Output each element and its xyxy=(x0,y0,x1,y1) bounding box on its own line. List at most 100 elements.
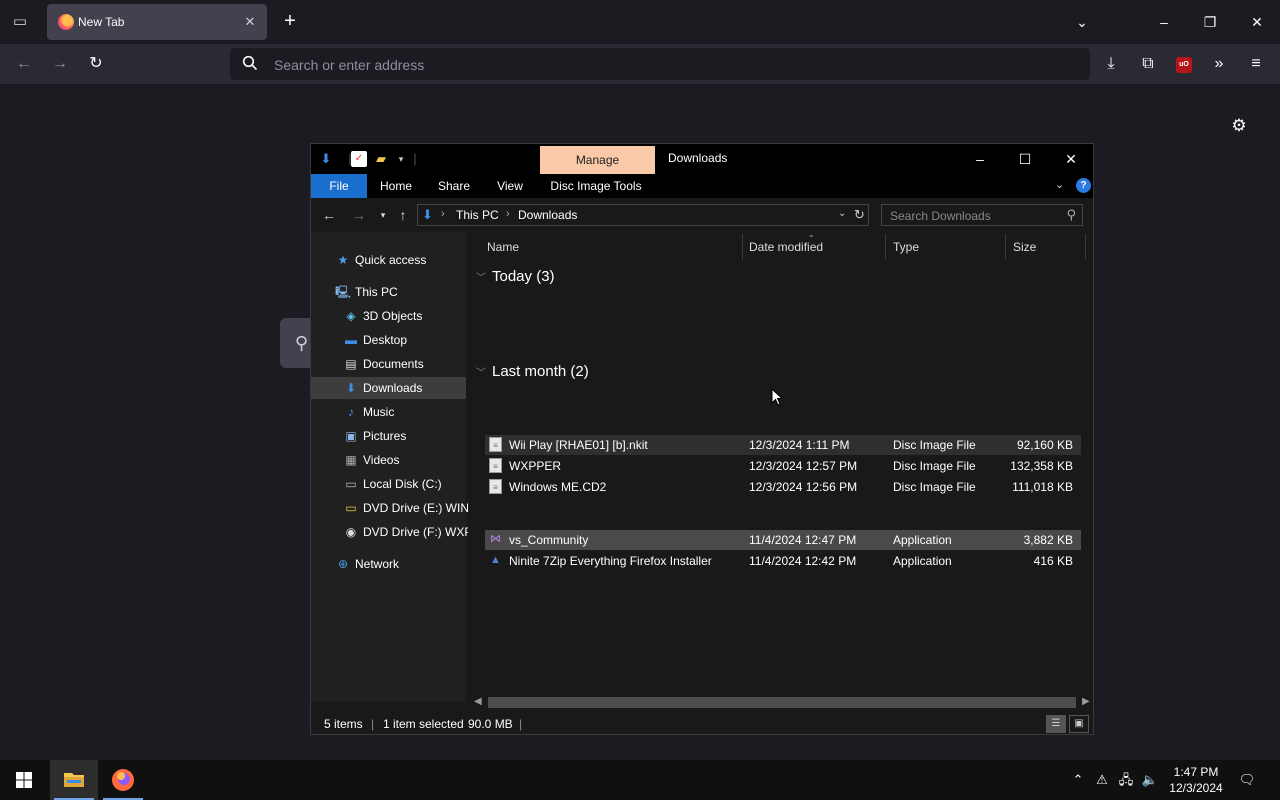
scroll-right-arrow-icon[interactable]: ▶ xyxy=(1082,696,1090,707)
manage-contextual-tab[interactable]: Manage xyxy=(540,146,655,174)
column-divider[interactable] xyxy=(742,234,743,260)
explorer-forward-icon[interactable]: → xyxy=(349,206,369,224)
volume-muted-icon[interactable]: 🔈 xyxy=(1141,771,1159,789)
details-view-icon[interactable]: ☰ xyxy=(1046,715,1066,733)
ribbon-tab-home[interactable]: Home xyxy=(371,174,421,198)
forward-arrow-icon[interactable]: → xyxy=(47,51,73,77)
minimize-button[interactable]: – xyxy=(1150,8,1178,36)
network-status-icon[interactable]: 🖧 xyxy=(1117,771,1135,789)
search-downloads-input[interactable]: Search Downloads ⚲ xyxy=(881,204,1083,226)
group-header-last-month[interactable]: ﹀ Last month (2) xyxy=(476,363,589,380)
nav-videos[interactable]: ▦ Videos xyxy=(311,449,466,471)
notifications-icon[interactable]: 🗨 xyxy=(1238,771,1256,789)
column-divider[interactable] xyxy=(1085,234,1086,260)
nav-network[interactable]: ⊕ Network xyxy=(311,553,466,575)
close-window-button[interactable]: ✕ xyxy=(1243,8,1271,36)
videos-icon: ▦ xyxy=(345,453,357,467)
nav-music[interactable]: ♪ Music xyxy=(311,401,466,423)
explorer-maximize-button[interactable]: ☐ xyxy=(1003,146,1047,172)
collapse-chevron-icon[interactable]: ﹀ xyxy=(476,368,486,379)
group-header-today[interactable]: ﹀ Today (3) xyxy=(476,268,555,285)
table-row[interactable]: ▲ Ninite 7Zip Everything Firefox Install… xyxy=(485,551,1081,571)
help-icon[interactable]: ? xyxy=(1076,178,1091,193)
start-button[interactable] xyxy=(0,760,48,800)
nav-label: Local Disk (C:) xyxy=(363,477,442,491)
new-folder-icon[interactable]: ▰ xyxy=(373,151,389,167)
horizontal-scrollbar[interactable]: ◀ ▶ xyxy=(468,694,1093,712)
refresh-icon[interactable]: ↻ xyxy=(854,207,865,223)
show-hidden-icons-chevron-icon[interactable]: ⌃ xyxy=(1069,771,1087,789)
column-header-name[interactable]: Name xyxy=(487,240,519,254)
ribbon-tab-file[interactable]: File xyxy=(311,174,367,198)
nav-this-pc[interactable]: 🖳 This PC xyxy=(311,281,466,303)
tab-new-tab[interactable]: New Tab ✕ xyxy=(47,4,267,40)
sort-caret-icon: ⌄ xyxy=(808,230,815,239)
large-icons-view-icon[interactable]: ▣ xyxy=(1069,715,1089,733)
selection-count: 1 item selected xyxy=(383,717,464,731)
address-dropdown-icon[interactable]: ⌄ xyxy=(838,208,846,219)
tray-app-icon[interactable]: ⚠ xyxy=(1093,771,1111,789)
ribbon-tab-disc-image-tools[interactable]: Disc Image Tools xyxy=(546,174,646,198)
tab-close-icon[interactable]: ✕ xyxy=(241,13,259,31)
new-tab-button[interactable]: + xyxy=(278,10,302,34)
file-name: WXPPER xyxy=(509,459,562,473)
nav-pictures[interactable]: ▣ Pictures xyxy=(311,425,466,447)
taskbar-clock[interactable]: 1:47 PM 12/3/2024 xyxy=(1168,764,1224,796)
nav-documents[interactable]: ▤ Documents xyxy=(311,353,466,375)
reload-icon[interactable]: ↻ xyxy=(83,51,109,77)
file-size: 111,018 KB xyxy=(1012,480,1073,494)
file-date: 12/3/2024 1:11 PM xyxy=(749,438,850,452)
recent-locations-chevron-icon[interactable]: ▾ xyxy=(373,206,393,224)
up-arrow-icon[interactable]: ↑ xyxy=(393,206,413,224)
table-row[interactable]: ≡ Wii Play [RHAE01] [b].nkit 12/3/2024 1… xyxy=(485,435,1081,455)
explorer-back-icon[interactable]: ← xyxy=(319,206,339,224)
nav-label: Downloads xyxy=(363,381,423,395)
tab-title: New Tab xyxy=(78,15,125,29)
scroll-left-arrow-icon[interactable]: ◀ xyxy=(474,696,482,707)
list-all-tabs-icon[interactable]: ⌄ xyxy=(1070,10,1094,34)
table-row[interactable]: ⋈ vs_Community 11/4/2024 12:47 PM Applic… xyxy=(485,530,1081,550)
back-arrow-icon[interactable]: ← xyxy=(11,51,37,77)
nav-dvd-drive-e[interactable]: ▭ DVD Drive (E:) WIND xyxy=(311,497,477,519)
ribbon-tab-view[interactable]: View xyxy=(487,174,533,198)
expand-ribbon-chevron-icon[interactable]: ⌄ xyxy=(1055,178,1064,191)
taskbar-firefox[interactable] xyxy=(99,760,147,800)
explorer-address-bar[interactable]: ⬇ › This PC › Downloads ⌄ ↻ xyxy=(417,204,869,226)
breadcrumb-downloads[interactable]: Downloads xyxy=(518,208,577,222)
nav-downloads[interactable]: ⬇ Downloads xyxy=(311,377,466,399)
explorer-minimize-button[interactable]: – xyxy=(958,146,1002,172)
column-divider[interactable] xyxy=(885,234,886,260)
nav-dvd-drive-f[interactable]: ◉ DVD Drive (F:) WXPI xyxy=(311,521,476,543)
ublock-origin-icon[interactable]: uO xyxy=(1176,57,1192,73)
file-name: Wii Play [RHAE01] [b].nkit xyxy=(509,438,648,452)
taskbar-file-explorer[interactable] xyxy=(50,760,98,800)
hamburger-menu-icon[interactable]: ≡ xyxy=(1243,51,1269,77)
firefox-view-icon[interactable]: ▭ xyxy=(8,10,32,34)
column-header-type[interactable]: Type xyxy=(893,240,919,254)
column-header-date[interactable]: Date modified xyxy=(749,240,823,254)
newtab-search-partial[interactable]: ⚲ xyxy=(280,318,310,368)
nav-label: Music xyxy=(363,405,395,419)
explorer-close-button[interactable]: ✕ xyxy=(1049,146,1093,172)
gear-icon[interactable]: ⚙ xyxy=(1228,115,1250,137)
breadcrumb-this-pc[interactable]: This PC xyxy=(456,208,499,222)
extensions-icon[interactable]: ⧉ xyxy=(1135,51,1161,77)
file-date: 11/4/2024 12:42 PM xyxy=(749,554,857,568)
nav-desktop[interactable]: ▬ Desktop xyxy=(311,329,466,351)
address-bar[interactable]: Search or enter address xyxy=(230,48,1090,80)
overflow-menu-icon[interactable]: » xyxy=(1206,51,1232,77)
nav-quick-access[interactable]: ★ Quick access xyxy=(311,249,466,271)
downloads-icon[interactable]: ⤓ xyxy=(1098,51,1124,77)
column-divider[interactable] xyxy=(1005,234,1006,260)
collapse-chevron-icon[interactable]: ﹀ xyxy=(476,273,486,284)
ribbon-tab-share[interactable]: Share xyxy=(429,174,479,198)
restore-button[interactable]: ❐ xyxy=(1196,8,1224,36)
column-header-size[interactable]: Size xyxy=(1013,240,1036,254)
scrollbar-thumb[interactable] xyxy=(488,697,1076,708)
table-row[interactable]: ≡ Windows ME.CD2 12/3/2024 12:56 PM Disc… xyxy=(485,477,1081,497)
properties-icon[interactable]: ✓ xyxy=(351,151,367,167)
breadcrumb-separator[interactable]: › xyxy=(506,208,510,220)
nav-3d-objects[interactable]: ◈ 3D Objects xyxy=(311,305,466,327)
nav-local-disk[interactable]: ▭ Local Disk (C:) xyxy=(311,473,466,495)
table-row[interactable]: ≡ WXPPER 12/3/2024 12:57 PM Disc Image F… xyxy=(485,456,1081,476)
